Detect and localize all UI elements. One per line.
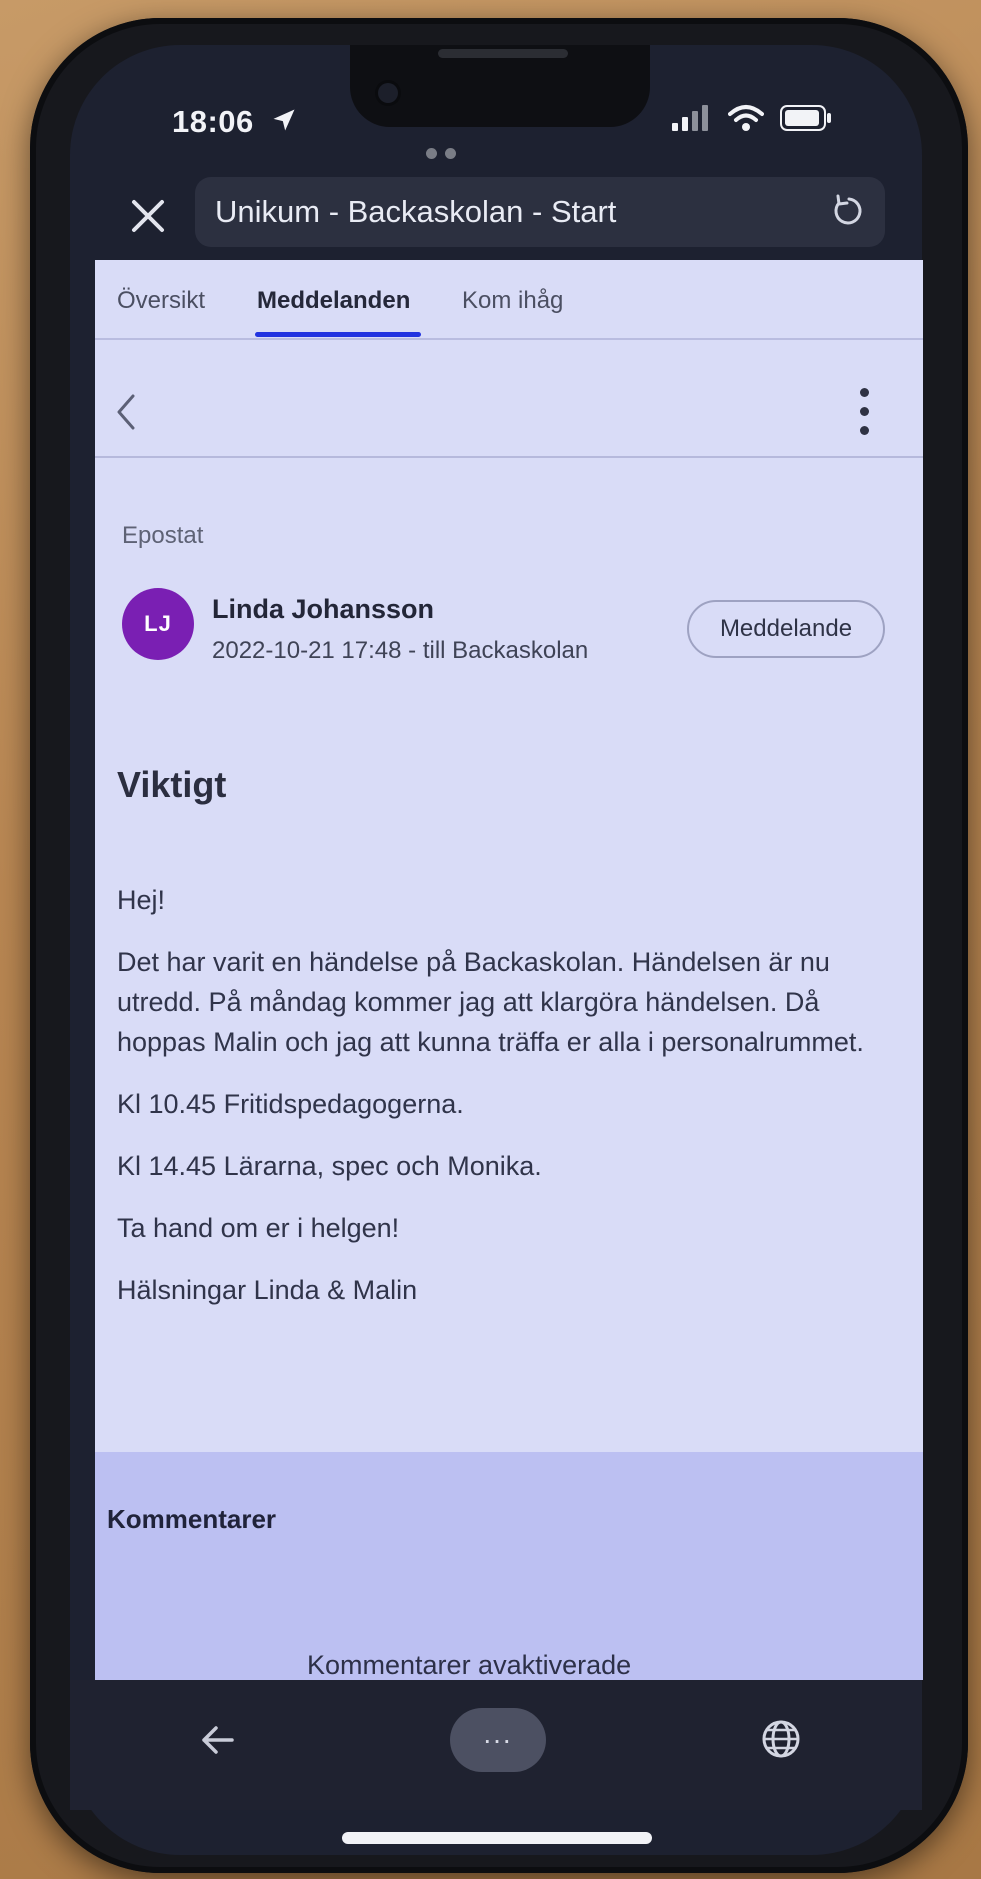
message-button[interactable]: Meddelande	[687, 600, 885, 658]
tab-kom-ihag[interactable]: Kom ihåg	[462, 287, 563, 315]
url-bar[interactable]: Unikum - Backaskolan - Start	[195, 177, 885, 247]
message-toolbar	[95, 342, 923, 458]
body-paragraph: Hälsningar Linda & Malin	[117, 1275, 418, 1305]
tab-oversikt[interactable]: Översikt	[117, 287, 205, 315]
home-indicator[interactable]	[342, 1832, 652, 1844]
reload-icon[interactable]	[831, 193, 867, 229]
tab-bar: Översikt Meddelanden Kom ihåg	[95, 260, 923, 340]
arrow-left-icon[interactable]	[198, 1720, 238, 1760]
globe-icon[interactable]	[760, 1718, 802, 1760]
body-paragraph: Kl 14.45 Lärarna, spec och Monika.	[117, 1151, 542, 1181]
notch	[350, 45, 650, 127]
body-paragraph: Det har varit en händelse på Backaskolan…	[117, 947, 864, 1057]
active-tab-indicator	[255, 332, 421, 337]
cellular-signal-icon	[672, 105, 708, 131]
tab-meddelanden[interactable]: Meddelanden	[257, 287, 410, 315]
body-paragraph: Hej!	[117, 885, 166, 915]
comments-heading: Kommentarer	[107, 1504, 277, 1534]
body-paragraph: Kl 10.45 Fritidspedagogerna.	[117, 1089, 464, 1119]
speaker	[438, 49, 568, 58]
front-camera	[378, 83, 398, 103]
more-options-icon[interactable]	[857, 388, 871, 436]
body-paragraph: Ta hand om er i helgen!	[117, 1213, 400, 1243]
message-type-label: Epostat	[122, 522, 204, 549]
status-indicators	[672, 104, 832, 132]
comments-status: Kommentarer avaktiverade	[307, 1650, 632, 1680]
location-arrow-icon	[273, 109, 295, 131]
close-icon[interactable]	[128, 196, 168, 236]
browser-bottom-bar: ...	[70, 1680, 922, 1810]
more-menu-button[interactable]: ...	[450, 1708, 546, 1772]
message-body: Hej! Det har varit en händelse på Backas…	[117, 880, 907, 1332]
avatar: LJ	[122, 588, 194, 660]
web-content: Översikt Meddelanden Kom ihåg Epostat LJ…	[95, 260, 923, 1680]
comments-section: Kommentarer Kommentarer avaktiverade	[95, 1452, 923, 1680]
wifi-icon	[728, 105, 764, 131]
message-title: Viktigt	[117, 764, 227, 805]
status-time: 18:06	[172, 104, 254, 139]
page-title: Unikum - Backaskolan - Start	[215, 194, 617, 229]
sender-name[interactable]: Linda Johansson	[212, 594, 434, 625]
chevron-left-icon[interactable]	[113, 392, 139, 432]
multitask-dots[interactable]	[426, 148, 456, 159]
battery-icon	[780, 105, 831, 131]
sender-meta: 2022-10-21 17:48 - till Backaskolan	[212, 637, 589, 664]
